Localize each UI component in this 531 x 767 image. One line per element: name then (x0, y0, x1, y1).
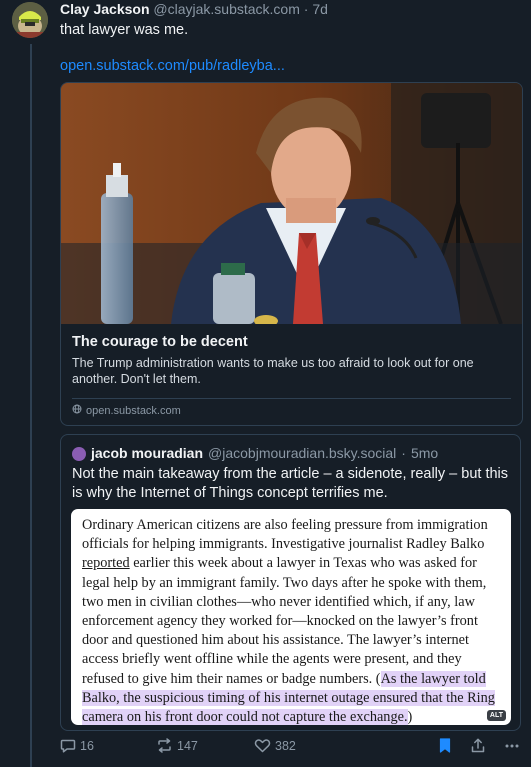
author-name[interactable]: Clay Jackson (60, 1, 150, 17)
post-text: that lawyer was me. (60, 22, 189, 38)
like-count: 382 (275, 738, 296, 753)
card-title: The courage to be decent (72, 334, 248, 350)
excerpt-part2: earlier this week about a lawyer in Texa… (82, 555, 487, 687)
quote-author-handle[interactable]: @jacobjmouradian.bsky.social (208, 445, 396, 462)
post[interactable]: Clay Jackson @clayjak.substack.com · 7d … (60, 0, 523, 731)
alt-badge[interactable]: ALT (486, 710, 506, 721)
excerpt-part3: ) (407, 709, 413, 725)
separator: · (303, 1, 309, 17)
card-domain: open.substack.com (86, 404, 181, 417)
quote-text: Not the main takeaway from the article –… (72, 466, 509, 501)
quote-image[interactable]: Ordinary American citizens are also feel… (71, 509, 511, 725)
repost-icon (156, 738, 173, 753)
author-handle[interactable]: @clayjak.substack.com (153, 1, 299, 17)
card-divider (72, 398, 511, 399)
excerpt-text: Ordinary American citizens are also feel… (71, 509, 511, 725)
reply-count: 16 (80, 738, 94, 753)
repost-count: 147 (177, 738, 198, 753)
quoted-post[interactable]: jacob mouradian @jacobjmouradian.bsky.so… (60, 434, 521, 731)
bookmark-icon (439, 738, 451, 753)
post-header: Clay Jackson @clayjak.substack.com · 7d (60, 0, 523, 18)
globe-icon (72, 404, 82, 417)
quote-header: jacob mouradian @jacobjmouradian.bsky.so… (72, 445, 509, 462)
card-domain-row: open.substack.com (72, 404, 511, 417)
share-icon (471, 738, 485, 753)
card-image (61, 83, 522, 324)
quote-time[interactable]: 5mo (411, 445, 438, 462)
excerpt-part1: Ordinary American citizens are also feel… (82, 517, 488, 553)
repost-button[interactable]: 147 (156, 738, 198, 753)
excerpt-reported-link: reported (82, 555, 130, 572)
post-time[interactable]: 7d (312, 1, 328, 17)
quote-author-name[interactable]: jacob mouradian (91, 445, 203, 462)
post-link[interactable]: open.substack.com/pub/radleyba... (60, 58, 523, 74)
avatar[interactable] (12, 2, 48, 38)
link-card[interactable]: The courage to be decent The Trump admin… (60, 82, 523, 426)
more-options-button[interactable] (504, 738, 520, 753)
quote-avatar[interactable] (72, 446, 86, 461)
heart-icon (254, 738, 271, 753)
like-button[interactable]: 382 (254, 738, 296, 753)
quote-separator: · (401, 445, 406, 461)
share-button[interactable] (471, 738, 485, 753)
reply-icon (60, 738, 76, 753)
card-description: The Trump administration wants to make u… (72, 356, 474, 386)
ellipsis-icon (504, 738, 520, 753)
bookmark-button[interactable] (439, 738, 451, 753)
reply-button[interactable]: 16 (60, 738, 94, 753)
thread-line (30, 44, 32, 767)
post-actions: 16 147 382 (60, 738, 523, 758)
